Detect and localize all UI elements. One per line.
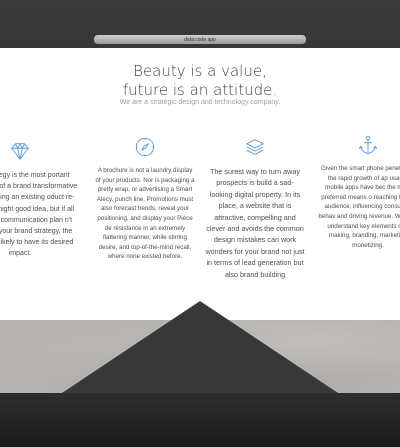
features-row: and Strategy is the most portant compone… [0,134,400,304]
feature-print-text: A brochure is not a laundry display of y… [95,167,195,261]
device-bottom-bezel [0,393,400,447]
window-title-bar: data:code app [94,35,306,44]
feature-strategy-text: and Strategy is the most portant compone… [0,172,78,258]
feature-print: A brochure is not a laundry display of y… [95,136,195,262]
dark-mat-shape [50,301,350,401]
diamond-icon [11,143,29,160]
hero-headline-line-2: future is an attitude. [122,81,278,99]
compass-icon [135,137,155,157]
feature-mobile-text: Given the smart phone penetr and the rap… [318,165,400,249]
feature-web: The surest way to turn away prospects is… [205,136,305,280]
hero-tagline: We are a strategic design and technology… [119,99,281,106]
layers-icon [246,139,264,155]
feature-web-text: The surest way to turn away prospects is… [205,167,305,279]
device-frame: data:code app Beauty is a value, future … [0,0,400,447]
hero-headline-line-1: Beauty is a value, [133,62,267,80]
hero-headline: Beauty is a value, future is an attitude… [0,62,400,100]
feature-mobile: Given the smart phone penetr and the rap… [318,134,400,250]
window-title: data:code app [184,36,216,43]
feature-strategy: and Strategy is the most portant compone… [0,140,80,260]
anchor-icon [358,136,378,154]
